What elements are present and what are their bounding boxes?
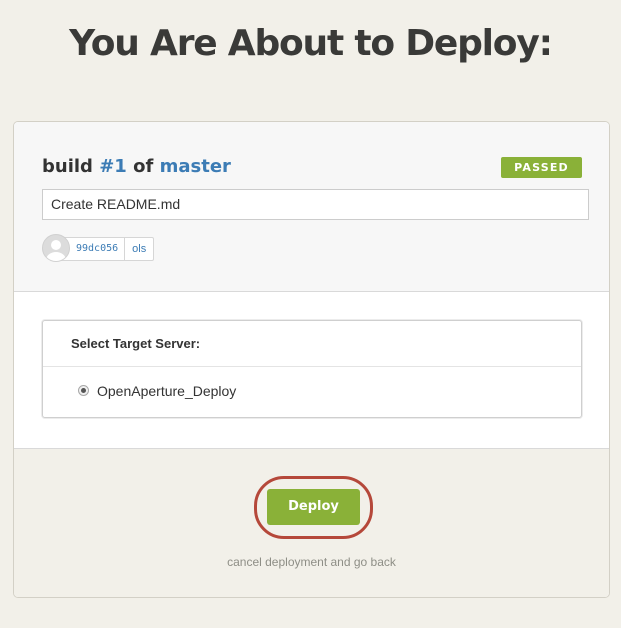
deploy-button[interactable]: Deploy	[267, 489, 360, 525]
commit-info: 99dc056 ols	[60, 237, 155, 261]
avatar-shoulders	[46, 252, 66, 261]
branch-link[interactable]: master	[160, 156, 231, 177]
target-server-panel: Select Target Server: OpenAperture_Deplo…	[42, 320, 582, 418]
deploy-card: build #1 of master PASSED Create README.…	[13, 121, 610, 598]
server-option[interactable]: OpenAperture_Deploy	[43, 376, 581, 406]
server-radio-button[interactable]	[78, 385, 89, 396]
of-word: of	[133, 156, 154, 177]
build-heading: build #1 of master	[42, 156, 231, 178]
server-option-label[interactable]: OpenAperture_Deploy	[97, 383, 236, 399]
avatar-head	[51, 240, 61, 250]
target-server-header: Select Target Server:	[43, 321, 581, 367]
target-server-heading: Select Target Server:	[71, 336, 201, 351]
cancel-deployment-link[interactable]: cancel deployment and go back	[14, 555, 609, 569]
build-summary: build #1 of master PASSED Create README.…	[14, 122, 609, 292]
radio-selected-dot	[81, 388, 86, 393]
commit-message: Create README.md	[42, 189, 589, 220]
status-badge: PASSED	[501, 157, 582, 178]
build-word: build	[42, 156, 93, 177]
build-number-link[interactable]: #1	[99, 156, 127, 177]
commit-author-link[interactable]: ols	[125, 238, 153, 260]
commit-sha-link[interactable]: 99dc056	[61, 238, 126, 260]
action-area: Deploy cancel deployment and go back	[14, 448, 609, 597]
user-silhouette-icon	[42, 234, 70, 262]
page-title: You Are About to Deploy:	[69, 23, 553, 64]
